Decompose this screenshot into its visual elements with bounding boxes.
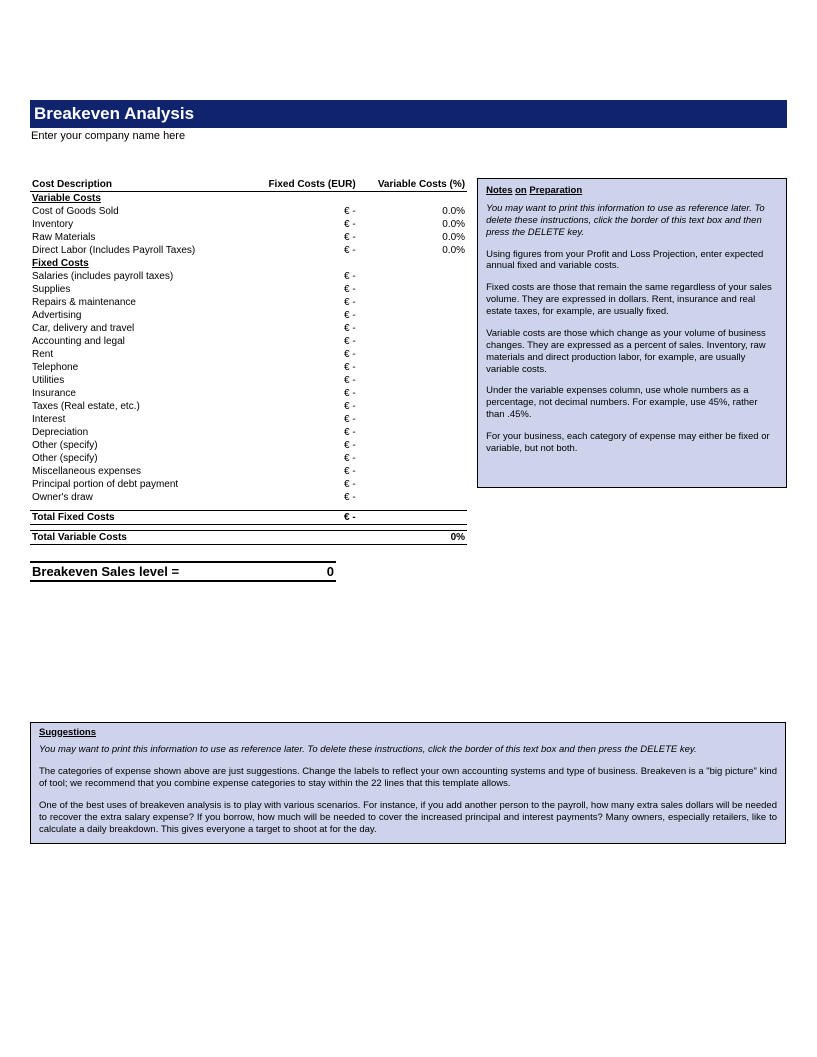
fixed-cost-cell[interactable]: € - <box>239 478 358 491</box>
cost-label[interactable]: Miscellaneous expenses <box>30 465 239 478</box>
table-row: Cost of Goods Sold€ -0.0% <box>30 205 467 218</box>
cost-label[interactable]: Salaries (includes payroll taxes) <box>30 270 239 283</box>
breakeven-value: 0 <box>276 562 336 581</box>
table-row: Depreciation€ - <box>30 426 467 439</box>
suggestions-title: Suggestions <box>39 727 777 739</box>
total-variable-value: 0% <box>358 530 467 544</box>
notes-p3: Variable costs are those which change as… <box>486 328 778 376</box>
fixed-cost-cell[interactable]: € - <box>239 296 358 309</box>
cost-label[interactable]: Car, delivery and travel <box>30 322 239 335</box>
col-header-variable: Variable Costs (%) <box>358 178 467 192</box>
suggestions-intro: You may want to print this information t… <box>39 744 777 756</box>
table-row: Other (specify)€ - <box>30 439 467 452</box>
cost-label[interactable]: Utilities <box>30 374 239 387</box>
page-title: Breakeven Analysis <box>30 100 787 128</box>
cost-label[interactable]: Insurance <box>30 387 239 400</box>
table-row: Insurance€ - <box>30 387 467 400</box>
fixed-cost-cell[interactable]: € - <box>239 426 358 439</box>
total-variable-label: Total Variable Costs <box>30 530 239 544</box>
variable-cost-cell[interactable]: 0.0% <box>358 244 467 257</box>
table-row: Utilities€ - <box>30 374 467 387</box>
table-row: Salaries (includes payroll taxes)€ - <box>30 270 467 283</box>
fixed-cost-cell[interactable]: € - <box>239 231 358 244</box>
cost-label[interactable]: Taxes (Real estate, etc.) <box>30 400 239 413</box>
fixed-cost-cell[interactable]: € - <box>239 348 358 361</box>
cost-label[interactable]: Interest <box>30 413 239 426</box>
table-row: Advertising€ - <box>30 309 467 322</box>
fixed-cost-cell[interactable]: € - <box>239 244 358 257</box>
cost-label[interactable]: Cost of Goods Sold <box>30 205 239 218</box>
notes-intro: You may want to print this information t… <box>486 203 778 239</box>
fixed-cost-cell[interactable]: € - <box>239 439 358 452</box>
cost-label[interactable]: Inventory <box>30 218 239 231</box>
table-row: Taxes (Real estate, etc.)€ - <box>30 400 467 413</box>
section-variable-costs: Variable Costs <box>30 192 239 206</box>
cost-label[interactable]: Principal portion of debt payment <box>30 478 239 491</box>
table-row: Telephone€ - <box>30 361 467 374</box>
fixed-cost-cell[interactable]: € - <box>239 205 358 218</box>
cost-label[interactable]: Accounting and legal <box>30 335 239 348</box>
cost-label[interactable]: Rent <box>30 348 239 361</box>
cost-label[interactable]: Telephone <box>30 361 239 374</box>
notes-p4: Under the variable expenses column, use … <box>486 385 778 421</box>
notes-p2: Fixed costs are those that remain the sa… <box>486 282 778 318</box>
suggestions-p1: The categories of expense shown above ar… <box>39 766 777 790</box>
costs-table: Cost Description Fixed Costs (EUR) Varia… <box>30 178 467 545</box>
fixed-cost-cell[interactable]: € - <box>239 452 358 465</box>
cost-label[interactable]: Supplies <box>30 283 239 296</box>
fixed-cost-cell[interactable]: € - <box>239 309 358 322</box>
cost-label[interactable]: Advertising <box>30 309 239 322</box>
variable-cost-cell[interactable]: 0.0% <box>358 231 467 244</box>
col-header-fixed: Fixed Costs (EUR) <box>239 178 358 192</box>
fixed-cost-cell[interactable]: € - <box>239 270 358 283</box>
table-row: Supplies€ - <box>30 283 467 296</box>
cost-label[interactable]: Repairs & maintenance <box>30 296 239 309</box>
total-fixed-value: € - <box>239 510 358 524</box>
fixed-cost-cell[interactable]: € - <box>239 387 358 400</box>
costs-table-container: Cost Description Fixed Costs (EUR) Varia… <box>30 178 467 582</box>
table-row: Car, delivery and travel€ - <box>30 322 467 335</box>
cost-label[interactable]: Owner's draw <box>30 491 239 504</box>
notes-p1: Using figures from your Profit and Loss … <box>486 249 778 273</box>
col-header-description: Cost Description <box>30 178 239 192</box>
variable-cost-cell[interactable]: 0.0% <box>358 205 467 218</box>
fixed-cost-cell[interactable]: € - <box>239 491 358 504</box>
table-row: Principal portion of debt payment€ - <box>30 478 467 491</box>
table-row: Miscellaneous expenses€ - <box>30 465 467 478</box>
variable-cost-cell[interactable]: 0.0% <box>358 218 467 231</box>
section-fixed-costs: Fixed Costs <box>30 257 239 270</box>
suggestions-p2: One of the best uses of breakeven analys… <box>39 800 777 836</box>
company-name-field[interactable]: Enter your company name here <box>30 128 787 142</box>
cost-label[interactable]: Other (specify) <box>30 439 239 452</box>
cost-label[interactable]: Other (specify) <box>30 452 239 465</box>
fixed-cost-cell[interactable]: € - <box>239 413 358 426</box>
fixed-cost-cell[interactable]: € - <box>239 283 358 296</box>
fixed-cost-cell[interactable]: € - <box>239 374 358 387</box>
fixed-cost-cell[interactable]: € - <box>239 335 358 348</box>
fixed-cost-cell[interactable]: € - <box>239 361 358 374</box>
notes-box[interactable]: Notes on Preparation You may want to pri… <box>477 178 787 488</box>
table-row: Direct Labor (Includes Payroll Taxes)€ -… <box>30 244 467 257</box>
cost-label[interactable]: Depreciation <box>30 426 239 439</box>
table-row: Repairs & maintenance€ - <box>30 296 467 309</box>
fixed-cost-cell[interactable]: € - <box>239 400 358 413</box>
table-row: Raw Materials€ -0.0% <box>30 231 467 244</box>
fixed-cost-cell[interactable]: € - <box>239 465 358 478</box>
table-row: Rent€ - <box>30 348 467 361</box>
breakeven-label: Breakeven Sales level = <box>30 562 276 581</box>
table-row: Interest€ - <box>30 413 467 426</box>
total-fixed-label: Total Fixed Costs <box>30 510 239 524</box>
suggestions-box[interactable]: Suggestions You may want to print this i… <box>30 722 786 844</box>
cost-label[interactable]: Raw Materials <box>30 231 239 244</box>
notes-title: Notes on Preparation <box>486 185 778 197</box>
table-row: Other (specify)€ - <box>30 452 467 465</box>
table-row: Accounting and legal€ - <box>30 335 467 348</box>
fixed-cost-cell[interactable]: € - <box>239 322 358 335</box>
fixed-cost-cell[interactable]: € - <box>239 218 358 231</box>
table-row: Owner's draw€ - <box>30 491 467 504</box>
table-row: Inventory€ -0.0% <box>30 218 467 231</box>
notes-p5: For your business, each category of expe… <box>486 431 778 455</box>
cost-label[interactable]: Direct Labor (Includes Payroll Taxes) <box>30 244 239 257</box>
